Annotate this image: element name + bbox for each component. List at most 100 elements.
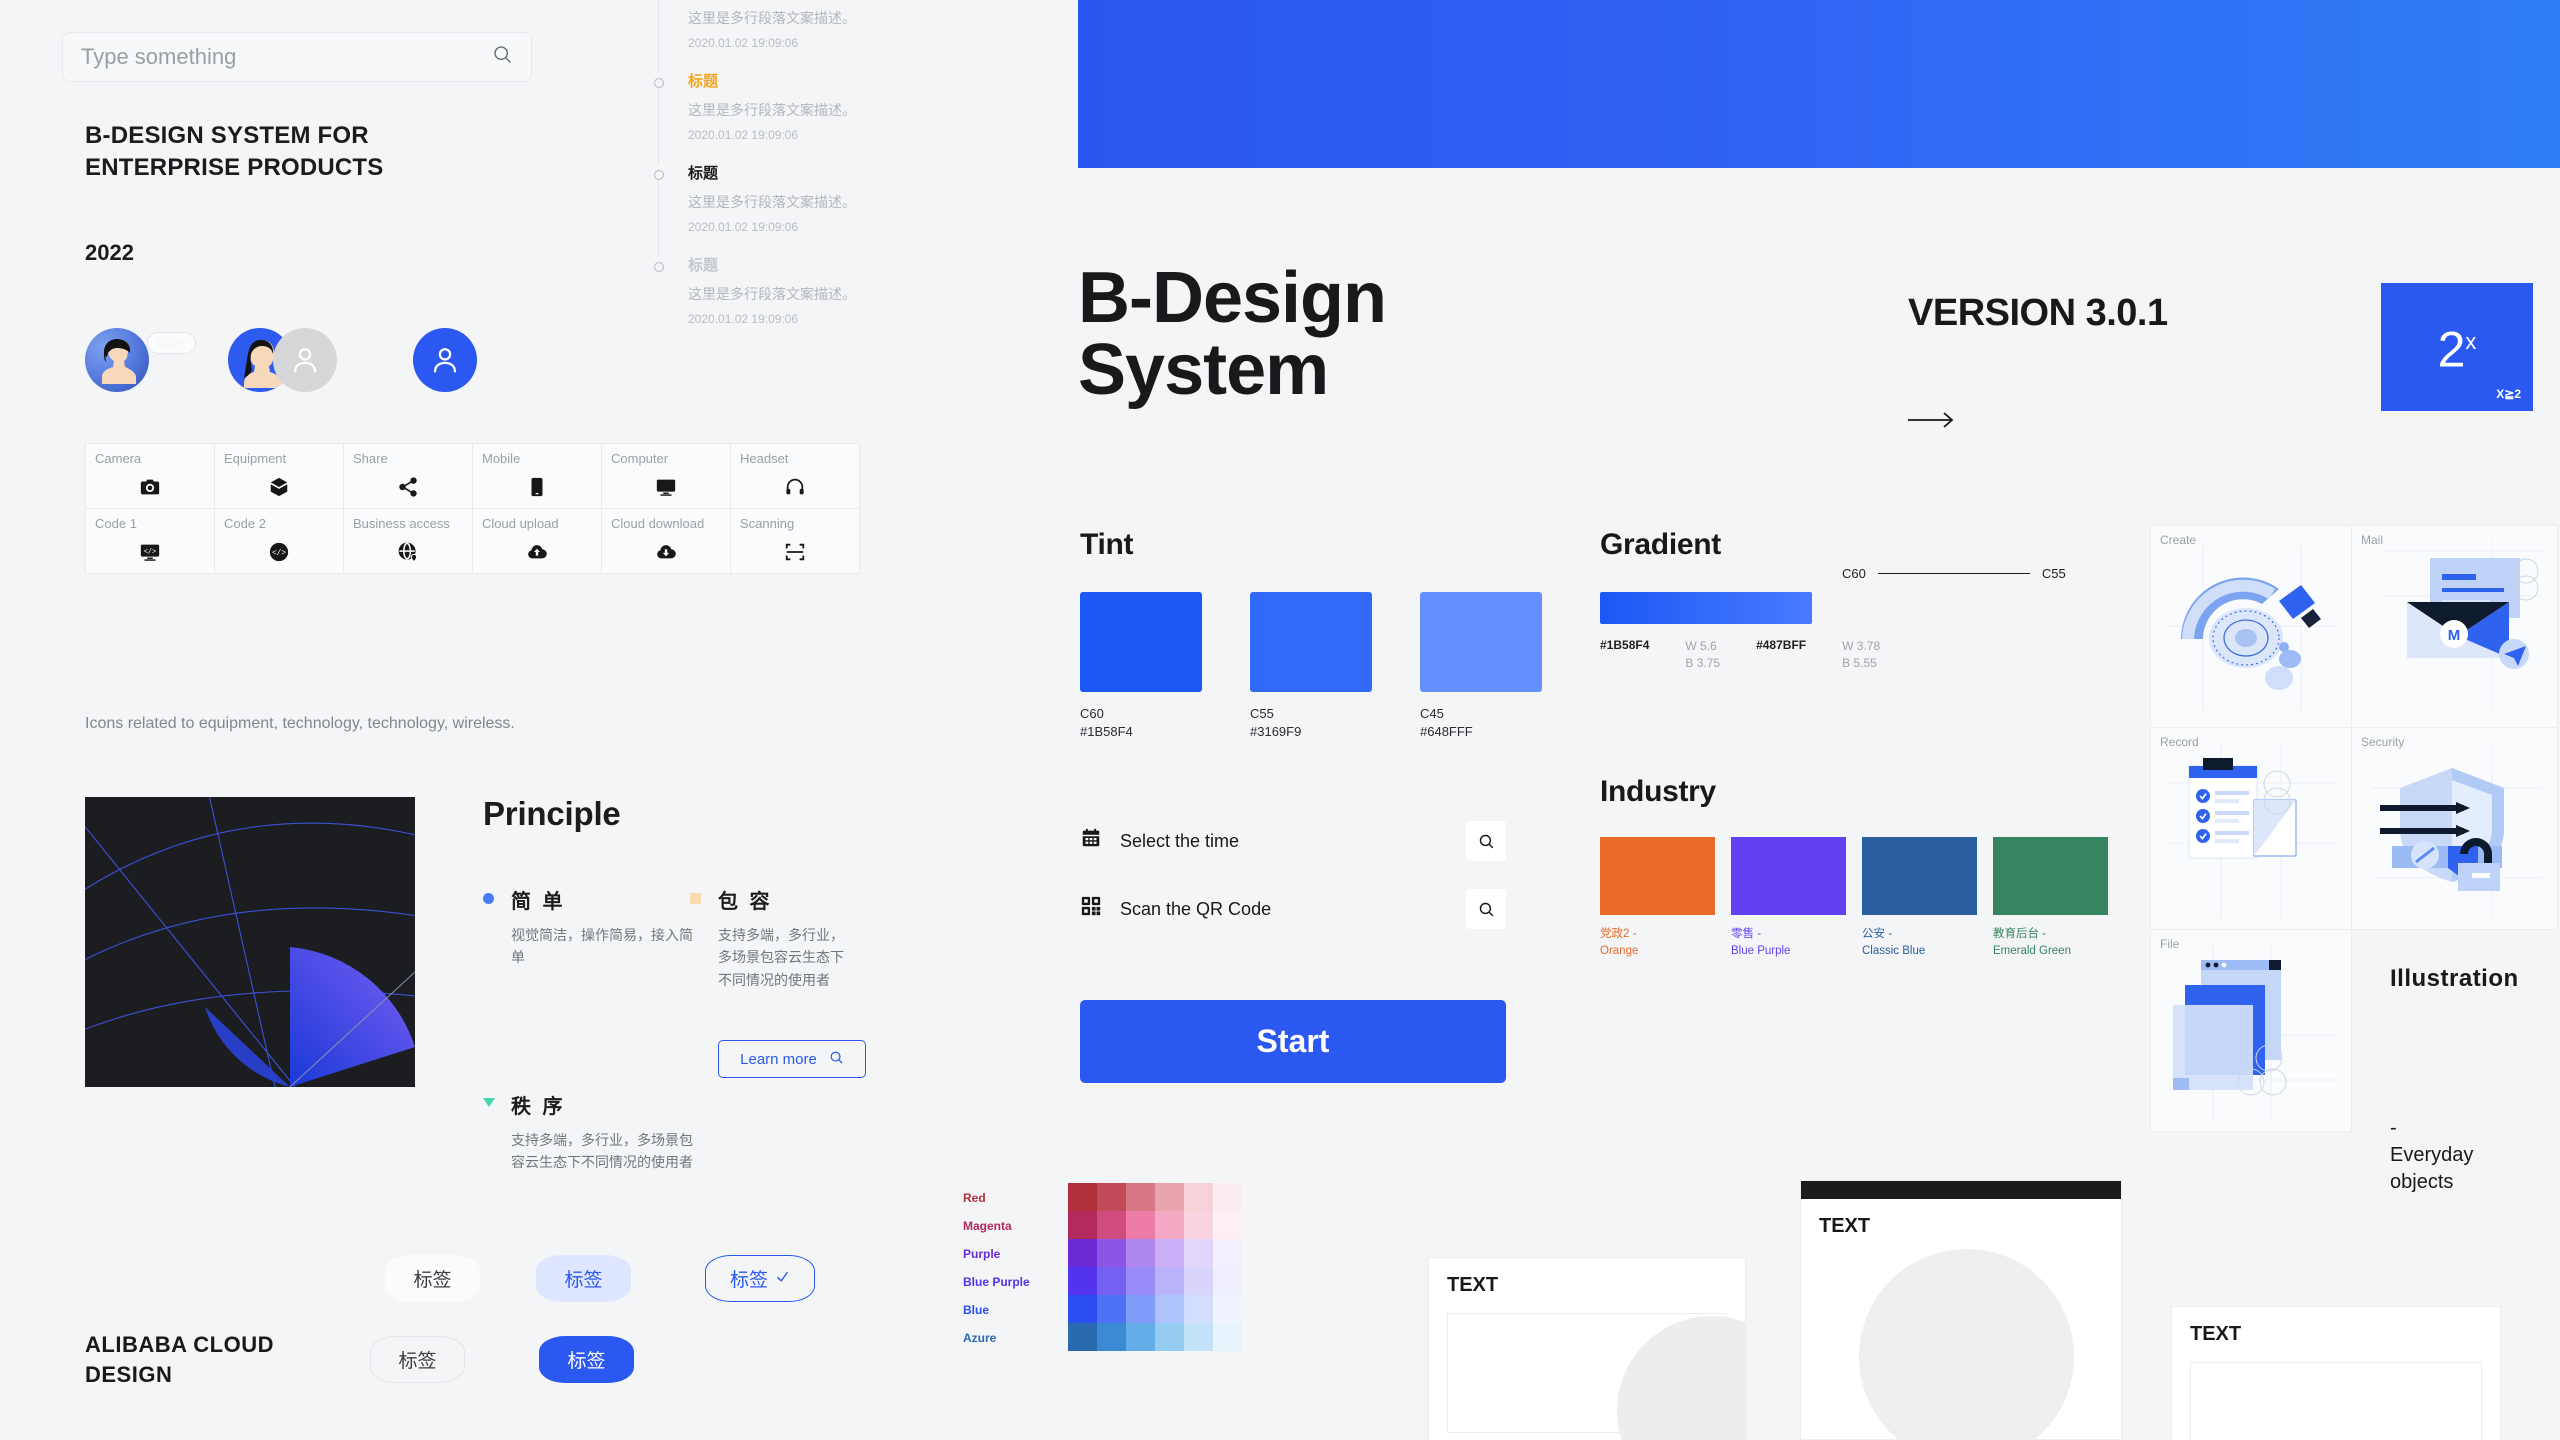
palette-cell[interactable] xyxy=(1126,1323,1155,1351)
qrcode-icon xyxy=(1080,895,1120,923)
search-box[interactable] xyxy=(62,32,532,82)
palette-cell[interactable] xyxy=(1184,1267,1213,1295)
icon-label: Code 2 xyxy=(224,516,266,531)
timeline-item[interactable]: 标题 这里是多行段落文案描述。 2020.01.02 19:09:06 xyxy=(650,72,880,164)
icon-cell-computer[interactable]: Computer xyxy=(602,444,731,509)
icon-label: Headset xyxy=(740,451,789,466)
palette-cell[interactable] xyxy=(1126,1183,1155,1211)
avatar[interactable] xyxy=(85,328,149,392)
palette-cell[interactable] xyxy=(1097,1239,1126,1267)
palette-cell[interactable] xyxy=(1155,1211,1184,1239)
icon-cell-mobile[interactable]: Mobile xyxy=(473,444,602,509)
palette-cell[interactable] xyxy=(1155,1183,1184,1211)
icon-cell-code-1[interactable]: Code 1 </> xyxy=(86,509,215,574)
search-icon-button[interactable] xyxy=(1466,889,1506,929)
palette-cell[interactable] xyxy=(1068,1239,1097,1267)
icon-table-caption: Icons related to equipment, technology, … xyxy=(85,715,515,732)
search-input[interactable] xyxy=(81,44,492,70)
icon-label: Cloud download xyxy=(611,516,705,531)
gradient-from: #1B58F4 xyxy=(1600,638,1649,673)
palette-cell[interactable] xyxy=(1184,1183,1213,1211)
mock-card[interactable]: TEXT xyxy=(2171,1306,2501,1440)
svg-text:</>: </> xyxy=(272,550,286,558)
palette-cell[interactable] xyxy=(1126,1239,1155,1267)
icon-cell-equipment[interactable]: Equipment xyxy=(215,444,344,509)
principle-item-order: 秩 序 支持多端，多行业，多场景包容云生态下不同情况的使用者 xyxy=(483,1090,693,1174)
palette-cell[interactable] xyxy=(1126,1211,1155,1239)
tint-swatch[interactable]: C45 #648FFF xyxy=(1420,592,1542,739)
tint-name: C45 xyxy=(1420,706,1444,721)
tag-selected[interactable]: 标签 xyxy=(705,1255,815,1302)
icon-cell-headset[interactable]: Headset xyxy=(731,444,860,509)
timeline-desc: 这里是多行段落文案描述。 xyxy=(688,10,856,26)
start-button[interactable]: Start xyxy=(1080,1000,1506,1083)
icon-cell-code-2[interactable]: Code 2 </> xyxy=(215,509,344,574)
mock-card[interactable]: TEXT xyxy=(1428,1257,1746,1440)
palette-cell[interactable] xyxy=(1097,1267,1126,1295)
icon-cell-cloud-upload[interactable]: Cloud upload xyxy=(473,509,602,574)
row-scan-qr[interactable]: Scan the QR Code xyxy=(1080,886,1506,932)
search-icon[interactable] xyxy=(492,44,513,70)
palette-cell[interactable] xyxy=(1068,1295,1097,1323)
color-chip xyxy=(1080,592,1202,692)
palette-cell[interactable] xyxy=(1068,1211,1097,1239)
palette-cell[interactable] xyxy=(1213,1295,1242,1323)
illustration-cell-record[interactable]: Record xyxy=(2150,727,2352,930)
palette-cell[interactable] xyxy=(1097,1211,1126,1239)
icon-cell-business-access[interactable]: Business access xyxy=(344,509,473,574)
palette-cell[interactable] xyxy=(1184,1295,1213,1323)
illustration-cell-mail[interactable]: Mail M xyxy=(2351,525,2558,728)
palette-cell[interactable] xyxy=(1097,1183,1126,1211)
arrow-right-icon[interactable] xyxy=(1908,400,1956,439)
industry-swatch[interactable]: 教育后台 - Emerald Green xyxy=(1993,837,2108,959)
icon-cell-share[interactable]: Share xyxy=(344,444,473,509)
icon-cell-scanning[interactable]: Scanning xyxy=(731,509,860,574)
avatar-primary[interactable] xyxy=(413,328,477,392)
avatar-placeholder[interactable] xyxy=(273,328,337,392)
illustration-cell-create[interactable]: Create xyxy=(2150,525,2352,728)
timeline-time: 2020.01.02 19:09:06 xyxy=(688,36,799,50)
mock-card[interactable]: TEXT xyxy=(1800,1180,2122,1440)
palette-cell[interactable] xyxy=(1184,1239,1213,1267)
palette-cell[interactable] xyxy=(1213,1239,1242,1267)
palette-cell[interactable] xyxy=(1068,1183,1097,1211)
palette-cell[interactable] xyxy=(1068,1267,1097,1295)
industry-swatch[interactable]: 党政2 - Orange xyxy=(1600,837,1715,959)
industry-swatch[interactable]: 零售 - Blue Purple xyxy=(1731,837,1846,959)
tint-swatch[interactable]: C55 #3169F9 xyxy=(1250,592,1372,739)
palette-cell[interactable] xyxy=(1126,1295,1155,1323)
palette-cell[interactable] xyxy=(1213,1323,1242,1351)
palette-cell[interactable] xyxy=(1155,1295,1184,1323)
palette-cell[interactable] xyxy=(1155,1239,1184,1267)
search-icon-button[interactable] xyxy=(1466,821,1506,861)
search-icon xyxy=(829,1050,844,1069)
timeline-item[interactable]: 标题 这里是多行段落文案描述。 2020.01.02 19:09:06 xyxy=(650,164,880,256)
illustration-cell-security[interactable]: Security xyxy=(2351,727,2558,930)
palette-cell[interactable] xyxy=(1155,1267,1184,1295)
icon-cell-cloud-download[interactable]: Cloud download xyxy=(602,509,731,574)
palette-cell[interactable] xyxy=(1068,1323,1097,1351)
palette-cell[interactable] xyxy=(1213,1211,1242,1239)
tag-plain[interactable]: 标签 xyxy=(385,1255,480,1302)
palette-cell[interactable] xyxy=(1213,1183,1242,1211)
palette-cell[interactable] xyxy=(1097,1323,1126,1351)
industry-swatch[interactable]: 公安 - Classic Blue xyxy=(1862,837,1977,959)
tag-soft[interactable]: 标签 xyxy=(536,1255,631,1302)
illustration-cell-file[interactable]: File xyxy=(2150,929,2352,1132)
palette-cell[interactable] xyxy=(1126,1267,1155,1295)
icon-cell-camera[interactable]: Camera xyxy=(86,444,215,509)
row-select-time[interactable]: Select the time xyxy=(1080,818,1506,864)
timeline-item[interactable]: 标题 这里是多行段落文案描述。 2020.01.02 19:09:06 xyxy=(650,0,880,72)
palette-cell[interactable] xyxy=(1155,1323,1184,1351)
palette-cell[interactable] xyxy=(1097,1295,1126,1323)
tag-outline[interactable]: 标签 xyxy=(370,1336,465,1383)
palette-cell[interactable] xyxy=(1213,1267,1242,1295)
timeline-item[interactable]: 标题 这里是多行段落文案描述。 2020.01.02 19:09:06 xyxy=(650,256,880,348)
palette-cell[interactable] xyxy=(1184,1211,1213,1239)
learn-more-button[interactable]: Learn more xyxy=(718,1040,866,1078)
tint-swatch[interactable]: C60 #1B58F4 xyxy=(1080,592,1202,739)
industry-name-cn: 零售 - xyxy=(1731,928,1762,940)
palette-cell[interactable] xyxy=(1184,1323,1213,1351)
tag-solid[interactable]: 标签 xyxy=(539,1336,634,1383)
color-chip xyxy=(1420,592,1542,692)
